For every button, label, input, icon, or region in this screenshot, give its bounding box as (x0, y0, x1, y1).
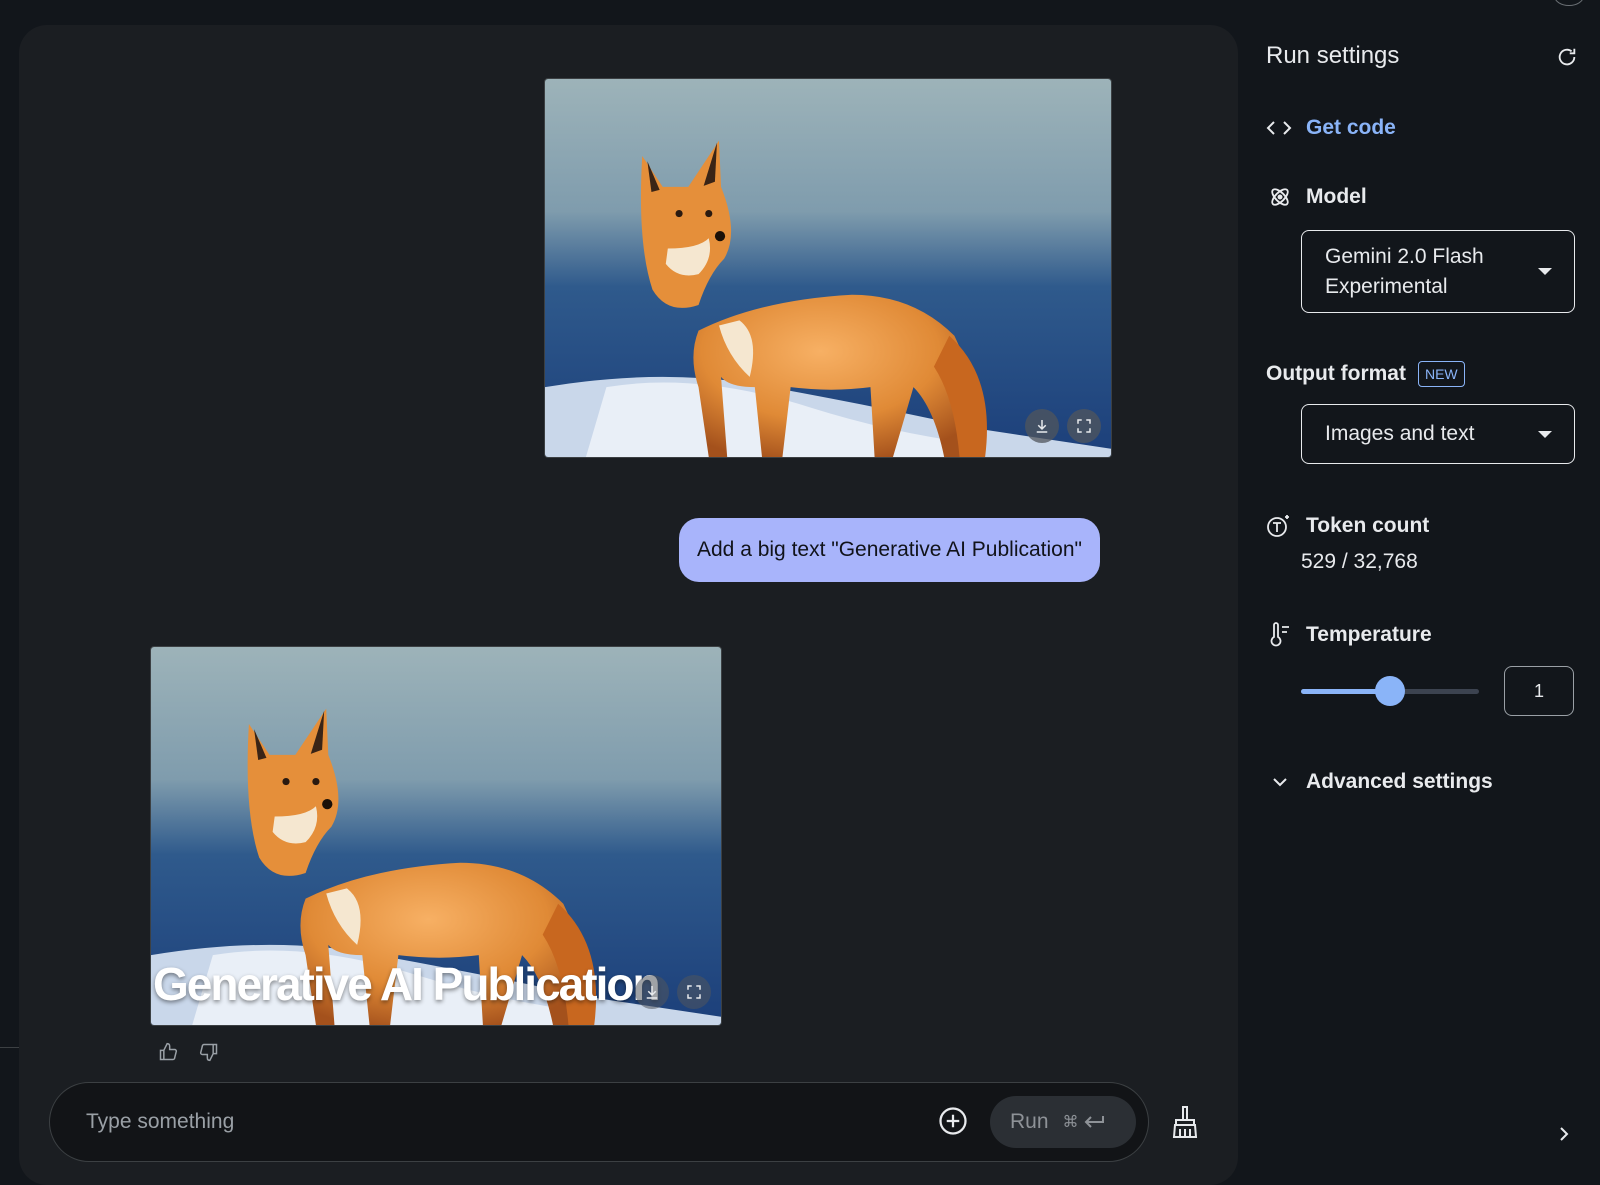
enter-key-icon (1084, 1116, 1104, 1128)
model-icon (1271, 188, 1289, 206)
chevron-down-icon (1538, 268, 1552, 275)
model-value-line2: Experimental (1325, 274, 1448, 298)
run-button[interactable]: Run ⌘ (990, 1096, 1136, 1148)
output-format-label: Output format (1266, 362, 1406, 385)
advanced-settings-label: Advanced settings (1306, 770, 1493, 793)
get-code-label: Get code (1306, 116, 1396, 139)
chevron-down-icon (1273, 778, 1287, 787)
thumbs-up-icon[interactable] (156, 1040, 180, 1064)
advanced-settings-toggle[interactable]: Advanced settings (1270, 770, 1493, 794)
thumbs-down-icon[interactable] (197, 1040, 221, 1064)
token-icon (1267, 515, 1289, 537)
get-code-link[interactable]: Get code (1266, 116, 1396, 140)
output-format-row: Output format NEW (1266, 361, 1465, 387)
model-label: Model (1306, 185, 1367, 208)
add-circle-icon[interactable] (936, 1104, 970, 1138)
model-select[interactable]: Gemini 2.0 Flash Experimental (1301, 230, 1575, 313)
chevron-down-icon (1538, 430, 1552, 438)
run-shortcut: ⌘ (1063, 1112, 1105, 1132)
output-format-value: Images and text (1325, 422, 1475, 445)
temperature-slider[interactable] (1301, 676, 1479, 706)
model-row: Model (1268, 185, 1367, 209)
model-value-line1: Gemini 2.0 Flash (1325, 244, 1484, 268)
model-select-value: Gemini 2.0 Flash Experimental (1325, 242, 1484, 302)
download-icon[interactable] (1025, 409, 1059, 443)
code-icon (1266, 121, 1292, 135)
divider (0, 1047, 19, 1048)
slider-thumb[interactable] (1375, 676, 1405, 706)
fullscreen-icon[interactable] (677, 975, 711, 1009)
prompt-bar: Run ⌘ (49, 1082, 1149, 1162)
temperature-row: Temperature (1268, 622, 1432, 648)
download-icon[interactable] (635, 975, 669, 1009)
generated-image[interactable]: Generative AI Publication (150, 646, 722, 1026)
fox-photo (545, 79, 1111, 457)
token-count-label: Token count (1306, 514, 1430, 537)
run-label: Run (1010, 1110, 1049, 1133)
refresh-icon[interactable] (1554, 44, 1580, 70)
command-key: ⌘ (1062, 1114, 1079, 1131)
run-settings-panel: Run settings Get code Model Gemini 2.0 F… (1264, 0, 1600, 1173)
fullscreen-icon[interactable] (1067, 409, 1101, 443)
input-image[interactable] (544, 78, 1112, 458)
temperature-input[interactable]: 1 (1504, 666, 1574, 716)
image-overlay-text: Generative AI Publication (153, 958, 661, 1010)
output-format-select[interactable]: Images and text (1301, 404, 1575, 464)
new-badge: NEW (1417, 361, 1465, 387)
user-message-bubble: Add a big text "Generative AI Publicatio… (679, 518, 1100, 582)
broom-icon[interactable] (1168, 1104, 1202, 1140)
prompt-input[interactable] (84, 1105, 868, 1139)
token-count-row: Token count (1266, 513, 1429, 539)
thermometer-icon (1270, 622, 1289, 647)
chevron-right-icon[interactable] (1554, 1124, 1574, 1144)
temperature-label: Temperature (1306, 623, 1432, 646)
settings-title: Run settings (1266, 42, 1400, 69)
token-count-value: 529 / 32,768 (1301, 550, 1418, 573)
